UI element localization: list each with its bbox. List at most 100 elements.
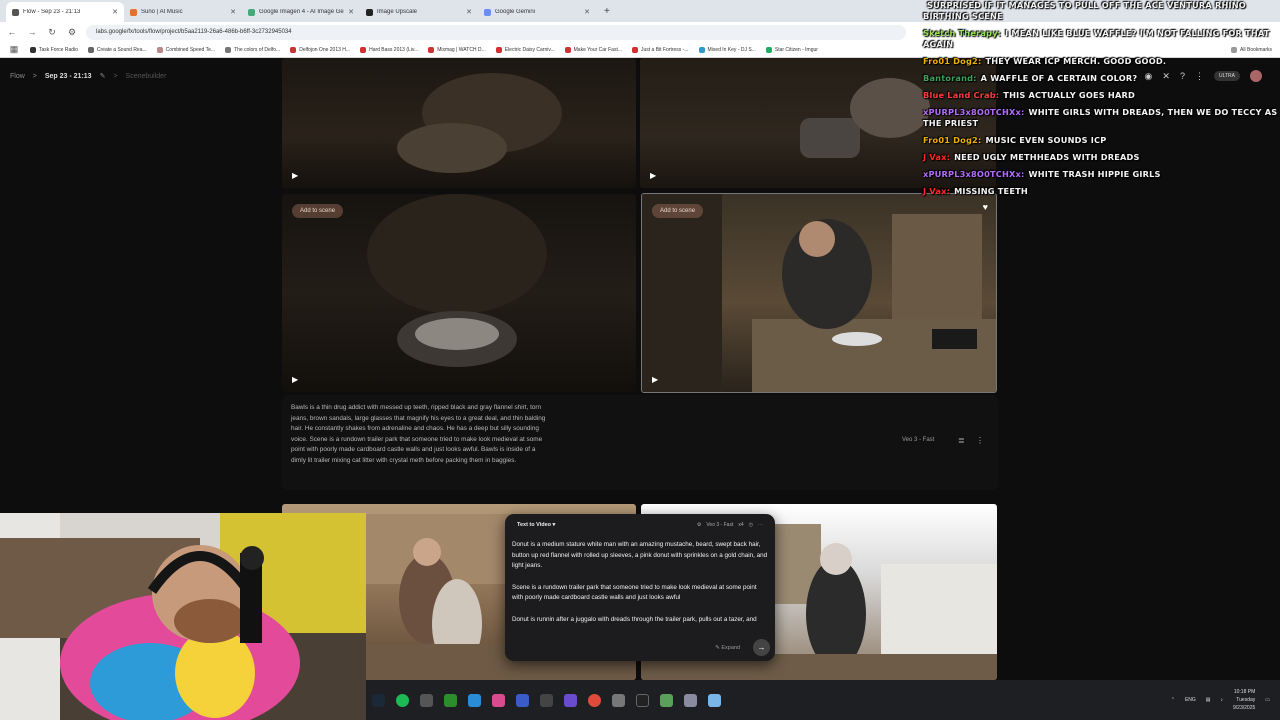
clock-time: 10:18 PM	[1233, 689, 1256, 695]
tab-upscale[interactable]: Image Upscale ✕	[360, 2, 478, 22]
app-icon[interactable]	[420, 693, 433, 707]
tab-flow[interactable]: Flow - Sep 23 - 21:13 ✕	[6, 2, 124, 22]
bookmark[interactable]: Star Citizen - Imgur	[765, 46, 818, 53]
upscale-favicon-icon	[366, 8, 373, 16]
bookmark-favicon-icon	[765, 46, 772, 53]
youtube-icon	[495, 46, 502, 53]
xbox-icon[interactable]	[444, 693, 457, 707]
add-to-scene-button[interactable]: Add to scene	[292, 204, 344, 218]
edge-icon[interactable]	[468, 693, 481, 707]
prompt-input[interactable]: Donut is a medium stature white man with…	[512, 540, 768, 637]
volume-icon[interactable]: ♪	[1221, 697, 1224, 703]
bookmark[interactable]: Just a Bit Fortress -...	[632, 46, 689, 53]
close-tab-icon[interactable]: ✕	[112, 8, 118, 16]
more-icon[interactable]: ⋮	[976, 436, 984, 445]
bookmark[interactable]: Make Your Car Fast...	[564, 46, 622, 53]
terminal-icon[interactable]	[636, 693, 649, 707]
play-icon[interactable]: ▶	[292, 171, 298, 180]
app-icon[interactable]	[612, 693, 625, 707]
chrome-icon[interactable]	[588, 693, 601, 707]
tab-gemini[interactable]: Google Gemini ✕	[478, 2, 596, 22]
spotify-icon[interactable]	[396, 693, 409, 707]
flow-favicon-icon	[12, 8, 19, 16]
chat-username: J Vax:	[923, 152, 951, 162]
bookmark[interactable]: Mixed In Key - DJ S...	[698, 46, 756, 53]
breadcrumb-view[interactable]: Scenebuilder	[126, 73, 167, 80]
expand-button[interactable]: ✎ Expand	[715, 645, 740, 651]
steam-icon[interactable]	[372, 693, 385, 707]
bookmark-label: Mixmag | WATCH D...	[437, 46, 486, 53]
mode-selector[interactable]: Text to Video ▾	[517, 522, 555, 528]
app-icon[interactable]	[540, 693, 553, 707]
bookmark[interactable]: Task Force Radio	[30, 46, 78, 53]
model-selector[interactable]: Veo 3 - Fast	[706, 522, 733, 528]
bookmark[interactable]: Mixmag | WATCH D...	[428, 46, 486, 53]
chat-text: THEY WEAR ICP MERCH. GOOD GOOD.	[985, 56, 1167, 66]
scene-illustration	[367, 194, 547, 367]
video-thumbnail[interactable]: Add to scene ▶	[282, 194, 636, 392]
bookmark-label: The colors of Delfo...	[234, 46, 281, 53]
tab-imagen[interactable]: Google Imagen 4 - AI Image Ge ✕	[242, 2, 360, 22]
prompt-card: Bawls is a thin drug addict with messed …	[282, 395, 998, 490]
chat-message: xPURPL3x8O0TCHXx: WHITE GIRLS WITH DREADS…	[923, 107, 1280, 129]
network-icon[interactable]: ▤	[1206, 697, 1211, 703]
bookmark[interactable]: Delfojon One 2013 H...	[290, 46, 351, 53]
close-tab-icon[interactable]: ✕	[584, 8, 590, 16]
favorite-icon[interactable]: ♥	[983, 202, 988, 212]
model-label: Veo 3 - Fast	[902, 437, 935, 443]
obs-icon[interactable]	[564, 693, 577, 707]
bookmark-favicon-icon	[30, 46, 36, 53]
chat-message: Fro01 Dog2: MUSIC EVEN SOUNDS ICP	[923, 135, 1280, 146]
tab-title: Flow - Sep 23 - 21:13	[23, 9, 81, 15]
back-icon[interactable]: ←	[6, 27, 18, 37]
bookmark[interactable]: Hard Bass 2013 (Liv...	[360, 46, 418, 53]
chat-username: xPURPL3x8O0TCHXx:	[923, 107, 1025, 117]
tab-title: Image Upscale	[377, 9, 418, 15]
forward-icon[interactable]: →	[26, 27, 38, 37]
breadcrumb: Flow > Sep 23 - 21:13 ✎ > Scenebuilder	[10, 72, 167, 81]
send-button[interactable]: →	[753, 639, 770, 656]
close-tab-icon[interactable]: ✕	[348, 8, 354, 16]
reload-icon[interactable]: ↻	[46, 27, 58, 38]
play-icon[interactable]: ▶	[292, 375, 298, 384]
bookmark[interactable]: Combined Speed Te...	[156, 46, 215, 53]
lang-indicator[interactable]: ENG	[1185, 697, 1196, 703]
chat-message: Fro01 Dog2: THEY WEAR ICP MERCH. GOOD GOO…	[923, 56, 1280, 67]
chevron-up-icon[interactable]: ⌃	[1171, 697, 1175, 703]
bookmark[interactable]: Electric Daisy Carniv...	[495, 46, 555, 53]
chat-username: Blue Land Crab:	[923, 90, 1000, 100]
new-tab-button[interactable]: +	[596, 2, 618, 22]
play-icon[interactable]: ▶	[652, 375, 658, 384]
project-title[interactable]: Sep 23 - 21:13	[45, 73, 92, 80]
url-input[interactable]: labs.google/fx/tools/flow/project/b5aa21…	[86, 24, 906, 40]
bookmark[interactable]: Create a Sound Rea...	[87, 46, 147, 53]
app-icon[interactable]	[516, 693, 529, 707]
close-tab-icon[interactable]: ✕	[230, 8, 236, 16]
chat-message: SURPRISED IF IT MANAGES TO PULL OFF THE …	[923, 0, 1280, 22]
tab-suno[interactable]: Suno | AI Music ✕	[124, 2, 242, 22]
bookmark-label: Delfojon One 2013 H...	[299, 46, 351, 53]
chat-username: Fro01 Dog2:	[923, 135, 982, 145]
bookmark[interactable]: The colors of Delfo...	[225, 46, 281, 53]
output-count[interactable]: x4	[738, 522, 743, 528]
site-info-icon[interactable]: ⚙	[66, 27, 78, 38]
history-icon[interactable]: ◷	[749, 522, 753, 528]
list-icon[interactable]: ≣	[958, 436, 965, 445]
app-icon[interactable]	[660, 693, 673, 707]
notifications-icon[interactable]: ▭	[1265, 697, 1270, 703]
edit-icon[interactable]: ✎	[100, 72, 106, 80]
play-icon[interactable]: ▶	[650, 171, 656, 180]
instagram-icon[interactable]	[492, 693, 505, 707]
video-thumbnail-selected[interactable]: Add to scene ♥ ▶	[641, 193, 997, 393]
breadcrumb-root[interactable]: Flow	[10, 73, 25, 80]
more-options-icon[interactable]: ⋯	[758, 522, 763, 528]
video-thumbnail[interactable]: ▶	[282, 58, 636, 188]
add-to-scene-button[interactable]: Add to scene	[652, 204, 704, 218]
settings-icon[interactable]: ⚙	[697, 522, 701, 528]
close-tab-icon[interactable]: ✕	[466, 8, 472, 16]
notepad-icon[interactable]	[708, 693, 721, 707]
app-icon[interactable]	[684, 693, 697, 707]
clock[interactable]: 10:18 PM Tuesday 9/23/2025	[1233, 688, 1255, 712]
suno-favicon-icon	[130, 8, 137, 16]
apps-grid-icon[interactable]: ▦	[8, 44, 20, 55]
